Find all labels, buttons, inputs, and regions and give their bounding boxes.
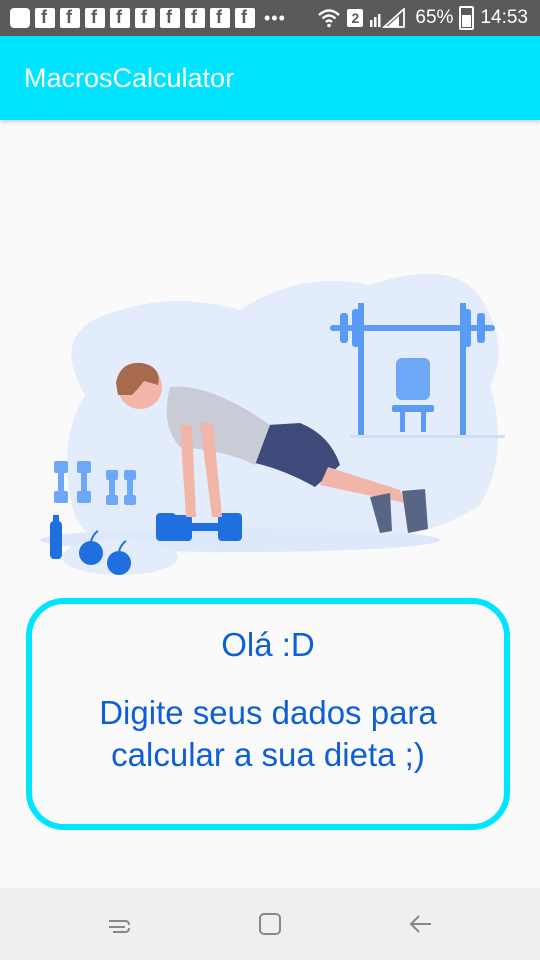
facebook-icon bbox=[235, 7, 255, 28]
more-notifications-indicator: ••• bbox=[264, 7, 286, 28]
sim-badge: 2 bbox=[347, 9, 364, 27]
facebook-icon bbox=[135, 7, 155, 28]
facebook-icon bbox=[35, 7, 55, 28]
welcome-card: Olá :D Digite seus dados para calcular a… bbox=[26, 598, 510, 830]
notification-icons: ••• bbox=[0, 7, 286, 29]
battery-percent: 65% bbox=[415, 7, 454, 28]
workout-illustration bbox=[40, 273, 505, 575]
home-icon[interactable] bbox=[254, 908, 286, 940]
wifi-icon bbox=[318, 9, 341, 28]
signal-icon bbox=[370, 8, 406, 28]
greeting-text: Olá :D bbox=[221, 626, 315, 663]
status-bar: ••• 2 65% 14:53 bbox=[0, 0, 540, 36]
water-bottle-icon bbox=[50, 515, 62, 559]
facebook-icon bbox=[85, 7, 105, 28]
facebook-icon bbox=[210, 7, 230, 28]
clock: 14:53 bbox=[480, 7, 528, 28]
battery-icon bbox=[459, 6, 475, 30]
facebook-icon bbox=[110, 7, 130, 28]
chat-icon bbox=[10, 8, 30, 28]
instruction-text: Digite seus dados para calcular a sua di… bbox=[99, 694, 437, 773]
facebook-icon bbox=[60, 7, 80, 28]
app-title: MacrosCalculator bbox=[24, 63, 235, 93]
facebook-icon bbox=[160, 7, 180, 28]
app-bar: MacrosCalculator bbox=[0, 36, 540, 120]
system-nav-bar bbox=[0, 888, 540, 960]
recent-apps-icon[interactable] bbox=[103, 908, 135, 940]
status-indicators: 2 65% 14:53 bbox=[317, 0, 528, 36]
back-icon[interactable] bbox=[405, 908, 437, 940]
facebook-icon bbox=[185, 7, 205, 28]
